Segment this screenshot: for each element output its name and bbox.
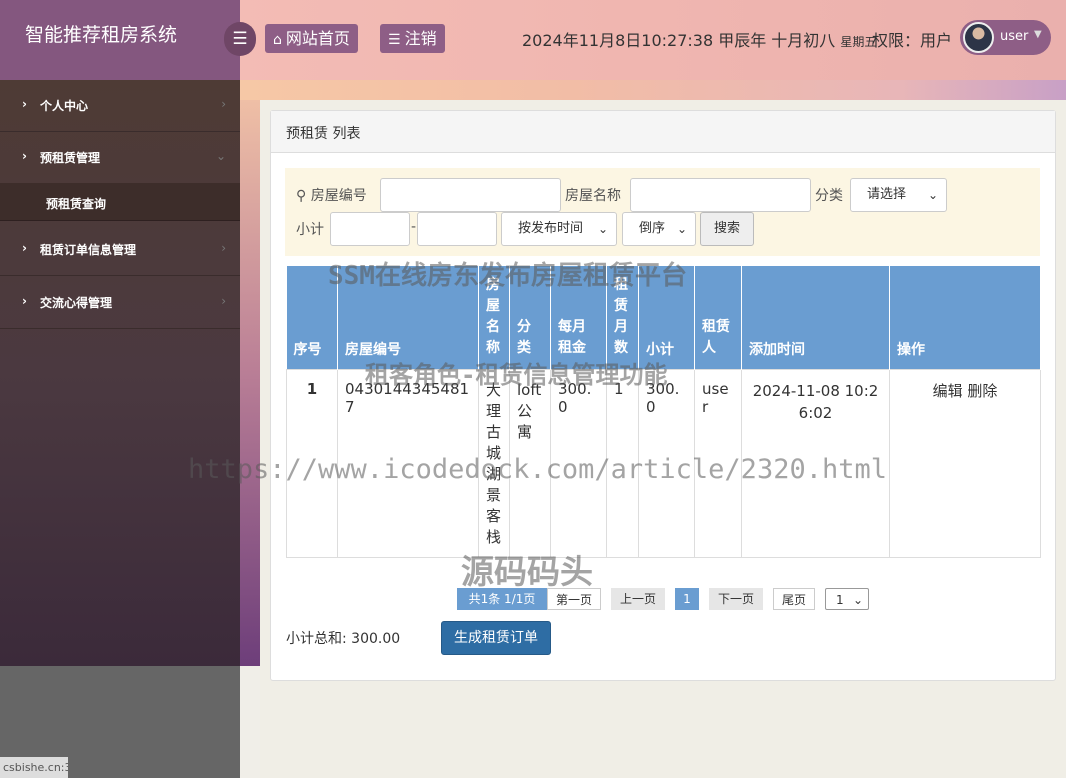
generate-order-button[interactable]: 生成租赁订单 xyxy=(441,621,551,655)
datetime-display: 2024年11月8日10:27:38 甲辰年 十月初八 星期五 xyxy=(522,27,876,51)
chevron-right-icon: › xyxy=(22,294,27,308)
cell-index: 1 xyxy=(286,368,338,558)
chevron-right-icon: › xyxy=(221,241,226,255)
category-select[interactable]: 请选择 ⌄ xyxy=(850,178,947,212)
app-title: 智能推荐租房系统 xyxy=(25,24,178,46)
house-no-input[interactable] xyxy=(380,178,561,212)
house-name-input[interactable] xyxy=(630,178,811,212)
first-page-button[interactable]: 第一页 xyxy=(547,588,601,610)
search-icon: ⚲ xyxy=(296,188,307,204)
logout-button[interactable]: ☰ 注销 xyxy=(380,24,445,53)
next-page-button[interactable]: 下一页 xyxy=(709,588,763,610)
chevron-down-icon: ⌄ xyxy=(927,188,938,202)
chevron-right-icon: › xyxy=(22,149,27,163)
cell-subtotal: 300.0 xyxy=(638,368,695,558)
house-no-label-text: 房屋编号 xyxy=(310,188,367,204)
chevron-right-icon: › xyxy=(22,241,27,255)
col-header[interactable]: 房屋编号 xyxy=(337,266,479,369)
cell-actions: 编辑 删除 xyxy=(889,368,1041,558)
permission-text: 权限：用户 xyxy=(872,31,953,50)
page-select[interactable]: 1 ⌄ xyxy=(825,588,869,610)
panel-title: 预租赁 列表 xyxy=(286,126,361,142)
category-selected: 请选择 xyxy=(867,187,907,202)
chevron-down-icon: ⌄ xyxy=(215,149,226,163)
cell-house-name: 大理古城湖景客栈 xyxy=(478,368,510,558)
brand-area: 智能推荐租房系统 xyxy=(0,0,240,80)
cell-house-no: 04301443454817 xyxy=(337,368,479,558)
home-icon: ⌂ xyxy=(273,32,282,48)
table-row: 1 04301443454817 大理古城湖景客栈 loft公寓 300.0 1… xyxy=(286,368,1041,558)
home-button[interactable]: ⌂ 网站首页 xyxy=(265,24,358,53)
edit-link[interactable]: 编辑 xyxy=(933,382,963,400)
col-header[interactable]: 序号 xyxy=(286,266,338,369)
logout-label: 注销 xyxy=(404,29,437,48)
top-header: 智能推荐租房系统 ☰ ⌂ 网站首页 ☰ 注销 2024年11月8日10:27:38 … xyxy=(0,0,1066,80)
chevron-down-icon: ⌄ xyxy=(852,593,863,607)
sidebar-item-rental-orders[interactable]: › 租赁订单信息管理 › xyxy=(0,224,240,276)
range-separator: - xyxy=(411,219,417,235)
content-top-strip xyxy=(240,80,1066,100)
category-label: 分类 xyxy=(815,188,843,204)
page-select-value: 1 xyxy=(836,593,844,607)
chevron-right-icon: › xyxy=(221,294,226,308)
weekday-text: 星期五 xyxy=(840,35,877,49)
prev-page-button[interactable]: 上一页 xyxy=(611,588,665,610)
user-menu[interactable]: user ▼ xyxy=(960,20,1051,55)
sidebar-subitem-label: 预租赁查询 xyxy=(46,197,107,211)
house-name-label: 房屋名称 xyxy=(565,188,621,204)
cell-months: 1 xyxy=(606,368,639,558)
sidebar-item-personal-center[interactable]: › 个人中心 › xyxy=(0,80,240,132)
last-page-button[interactable]: 尾页 xyxy=(773,588,815,610)
subtotal-label: 小计 xyxy=(296,222,324,238)
col-header: 操作 xyxy=(889,266,1041,369)
sidebar-item-label: 租赁订单信息管理 xyxy=(40,243,137,257)
col-header[interactable]: 房屋名称 xyxy=(478,266,510,369)
username: user xyxy=(1000,29,1029,44)
sidebar-item-experience-sharing[interactable]: › 交流心得管理 › xyxy=(0,277,240,329)
col-header[interactable]: 租赁月数 xyxy=(606,266,639,369)
sort-order-selected: 倒序 xyxy=(639,221,666,236)
avatar xyxy=(963,22,994,53)
col-header[interactable]: 每月租金 xyxy=(550,266,607,369)
hamburger-icon: ☰ xyxy=(232,29,248,49)
rental-table: 序号 房屋编号 房屋名称 分类 每月租金 租赁月数 小计 租赁人 添加时间 操作… xyxy=(286,266,1041,558)
sidebar-subitem-pre-rental-query[interactable]: 预租赁查询 xyxy=(0,183,240,221)
cell-tenant: user xyxy=(694,368,742,558)
subtotal-sum: 小计总和: 300.00 xyxy=(286,631,401,647)
sort-order-select[interactable]: 倒序 ⌄ xyxy=(622,212,696,246)
subtotal-min-input[interactable] xyxy=(330,212,410,246)
home-label: 网站首页 xyxy=(285,29,350,48)
cell-category: loft公寓 xyxy=(509,368,551,558)
panel-header: 预租赁 列表 xyxy=(271,111,1055,153)
house-no-label: ⚲ 房屋编号 xyxy=(296,185,367,205)
sidebar-item-label: 预租赁管理 xyxy=(40,151,101,165)
datetime-text: 2024年11月8日10:27:38 甲辰年 十月初八 xyxy=(522,31,836,50)
caret-down-icon: ▼ xyxy=(1034,29,1042,40)
chevron-down-icon: ⌄ xyxy=(597,222,608,236)
col-header[interactable]: 分类 xyxy=(509,266,551,369)
cell-monthly-rent: 300.0 xyxy=(550,368,607,558)
col-header[interactable]: 小计 xyxy=(638,266,695,369)
search-button[interactable]: 搜索 xyxy=(700,212,754,246)
delete-link[interactable]: 删除 xyxy=(967,382,997,400)
table-header-row: 序号 房屋编号 房屋名称 分类 每月租金 租赁月数 小计 租赁人 添加时间 操作 xyxy=(286,266,1041,369)
footer-note: csbishe.cn:3 xyxy=(0,757,68,778)
col-header[interactable]: 添加时间 xyxy=(741,266,890,369)
menu-toggle-button[interactable]: ☰ xyxy=(224,22,256,56)
chevron-right-icon: › xyxy=(22,97,27,111)
sidebar-accent xyxy=(240,80,260,666)
sidebar-item-label: 个人中心 xyxy=(40,99,89,113)
chevron-right-icon: › xyxy=(221,97,226,111)
list-icon: ☰ xyxy=(388,32,401,48)
sort-field-selected: 按发布时间 xyxy=(518,221,584,236)
chevron-down-icon: ⌄ xyxy=(676,222,687,236)
sidebar-item-label: 交流心得管理 xyxy=(40,296,113,310)
col-header[interactable]: 租赁人 xyxy=(694,266,742,369)
cell-added-time: 2024-11-08 10:26:02 xyxy=(741,368,890,558)
subtotal-max-input[interactable] xyxy=(417,212,497,246)
sort-field-select[interactable]: 按发布时间 ⌄ xyxy=(501,212,617,246)
current-page-button[interactable]: 1 xyxy=(675,588,699,610)
sidebar-item-pre-rental[interactable]: › 预租赁管理 ⌄ xyxy=(0,132,240,184)
pagination-total: 共1条 1/1页 xyxy=(457,588,547,610)
